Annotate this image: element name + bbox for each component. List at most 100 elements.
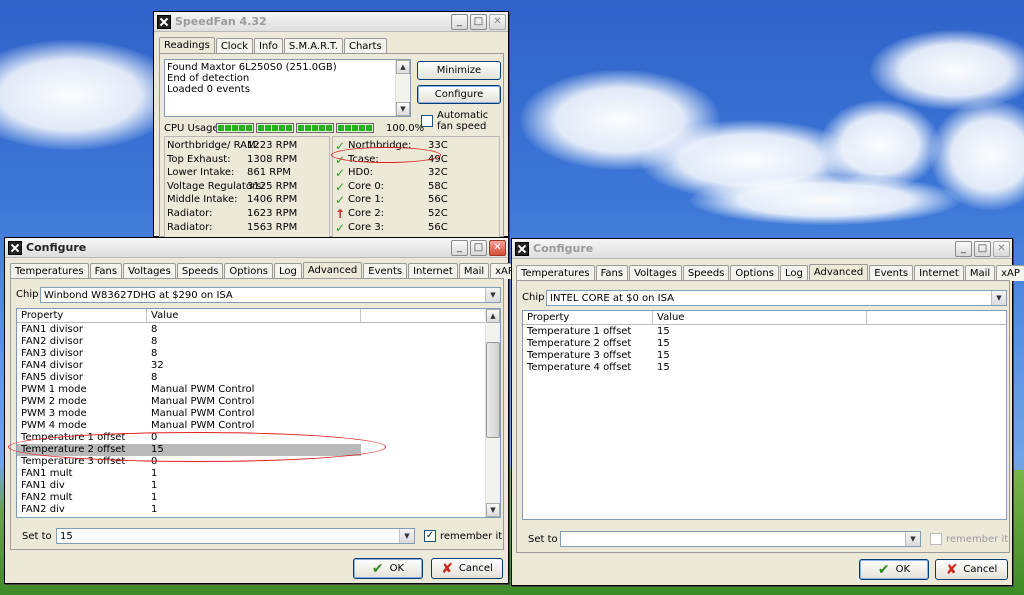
set-to-select[interactable]: 15 ▼: [56, 528, 415, 544]
tab-events[interactable]: Events: [363, 263, 408, 279]
column-header-value[interactable]: Value: [653, 311, 867, 325]
chip-select[interactable]: Winbond W83627DHG at $290 on ISA ▼: [40, 287, 501, 303]
maximize-window-button[interactable]: □: [470, 239, 487, 256]
tab-voltages[interactable]: Voltages: [629, 265, 682, 281]
log-box[interactable]: Found Maxtor 6L250S0 (251.0GB) End of de…: [164, 59, 411, 117]
log-scrollbar[interactable]: ▲ ▼: [395, 60, 410, 116]
temp-reading-row: ✓ HD0: 32C: [333, 167, 499, 179]
minimize-button[interactable]: Minimize: [417, 61, 501, 80]
checkmark-icon: ✔: [877, 561, 890, 578]
remember-it-checkbox[interactable]: ✓: [424, 530, 436, 542]
property-row[interactable]: Temperature 1 offset 15: [523, 326, 1006, 338]
property-list-scrollbar[interactable]: ▲ ▼: [485, 309, 500, 517]
chip-select[interactable]: INTEL CORE at $0 on ISA ▼: [546, 290, 1007, 306]
property-row[interactable]: Temperature 2 offset 15: [523, 338, 1006, 350]
fan-reading-row: Lower Intake: 861 RPM: [165, 167, 329, 179]
chevron-down-icon[interactable]: ▼: [991, 291, 1006, 305]
chevron-down-icon[interactable]: ▼: [485, 288, 500, 302]
maximize-window-button[interactable]: □: [974, 240, 991, 257]
tab-mail[interactable]: Mail: [458, 263, 490, 279]
property-row[interactable]: PWM 2 mode Manual PWM Control: [17, 396, 486, 408]
fan-reading-row: Top Exhaust: 1308 RPM: [165, 154, 329, 166]
close-window-button[interactable]: ✕: [993, 240, 1010, 257]
property-row[interactable]: Temperature 4 offset 15: [523, 362, 1006, 374]
minimize-window-button[interactable]: _: [451, 239, 468, 256]
tab-internet[interactable]: Internet: [914, 265, 964, 281]
minimize-window-button[interactable]: _: [451, 13, 468, 30]
property-row[interactable]: FAN1 divisor 8: [17, 324, 486, 336]
property-row[interactable]: Temperature 3 offset 15: [523, 350, 1006, 362]
tab-speeds[interactable]: Speeds: [682, 265, 730, 281]
tab-fans[interactable]: Fans: [595, 265, 629, 281]
column-header-value[interactable]: Value: [147, 309, 361, 323]
property-row[interactable]: FAN1 div 1: [17, 480, 486, 492]
tab-fans[interactable]: Fans: [89, 263, 123, 279]
configure-window-right: Configure _ □ ✕ Temperatures Fans Voltages…: [511, 238, 1024, 586]
tab-internet[interactable]: Internet: [408, 263, 458, 279]
tab-log[interactable]: Log: [273, 263, 302, 279]
scroll-down-icon[interactable]: ▼: [396, 102, 410, 116]
ok-button[interactable]: ✔ OK: [353, 558, 423, 579]
property-row[interactable]: FAN1 mult 1: [17, 468, 486, 480]
tab-temperatures[interactable]: Temperatures: [516, 265, 595, 281]
property-name: PWM 2 mode: [21, 396, 87, 407]
speedfan-titlebar[interactable]: SpeedFan 4.32 _ □ ✕: [154, 12, 508, 32]
property-row[interactable]: PWM 4 mode Manual PWM Control: [17, 420, 486, 432]
cpu-usage-label: CPU Usage: [164, 123, 219, 134]
tab-xap[interactable]: xAP: [996, 265, 1024, 281]
ok-button[interactable]: ✔ OK: [859, 559, 929, 580]
tab-clock[interactable]: Clock: [215, 38, 253, 54]
tab-options[interactable]: Options: [730, 265, 779, 281]
scroll-down-icon[interactable]: ▼: [486, 503, 500, 517]
property-row[interactable]: FAN2 divisor 8: [17, 336, 486, 348]
temp-value: 32C: [428, 167, 448, 179]
property-row[interactable]: PWM 3 mode Manual PWM Control: [17, 408, 486, 420]
property-row[interactable]: PWM 1 mode Manual PWM Control: [17, 384, 486, 396]
remember-it-label: remember it: [946, 534, 1009, 545]
tab-smart[interactable]: S.M.A.R.T.: [283, 38, 343, 54]
maximize-window-button[interactable]: □: [470, 13, 487, 30]
tab-mail[interactable]: Mail: [964, 265, 996, 281]
close-window-button[interactable]: ✕: [489, 239, 506, 256]
minimize-window-button[interactable]: _: [955, 240, 972, 257]
configure-button[interactable]: Configure: [417, 85, 501, 104]
remember-it-label: remember it: [440, 531, 503, 542]
property-row[interactable]: FAN4 divisor 32: [17, 360, 486, 372]
tab-log[interactable]: Log: [779, 265, 808, 281]
scroll-thumb[interactable]: [486, 342, 500, 438]
cancel-button[interactable]: ✘ Cancel: [431, 558, 503, 579]
cpu-meter: [296, 123, 334, 133]
property-list-left[interactable]: Property Value FAN1 divisor 8 FAN2 divisor…: [16, 308, 501, 518]
set-to-select[interactable]: ▼: [560, 531, 921, 547]
chevron-down-icon[interactable]: ▼: [905, 532, 920, 546]
readings-panel: Found Maxtor 6L250S0 (251.0GB) End of de…: [159, 53, 504, 238]
chevron-down-icon[interactable]: ▼: [399, 529, 414, 543]
property-row[interactable]: FAN5 divisor 8: [17, 372, 486, 384]
scroll-up-icon[interactable]: ▲: [486, 309, 500, 323]
property-row[interactable]: FAN2 mult 1: [17, 492, 486, 504]
close-window-button[interactable]: ✕: [489, 13, 506, 30]
property-list-right[interactable]: Property Value Temperature 1 offset 15 Tem…: [522, 310, 1007, 520]
cancel-button[interactable]: ✘ Cancel: [935, 559, 1008, 580]
tab-temperatures[interactable]: Temperatures: [10, 263, 89, 279]
tab-voltages[interactable]: Voltages: [123, 263, 176, 279]
property-value: 1: [151, 468, 158, 479]
fan-reading-row: Middle Intake: 1406 RPM: [165, 194, 329, 206]
tab-events[interactable]: Events: [869, 265, 914, 281]
configure-right-titlebar[interactable]: Configure _ □ ✕: [512, 239, 1012, 259]
column-header-property[interactable]: Property: [523, 311, 653, 325]
property-row[interactable]: FAN2 div 1: [17, 504, 486, 516]
tab-info[interactable]: Info: [253, 38, 283, 54]
scroll-up-icon[interactable]: ▲: [396, 60, 410, 74]
arrow-up-icon: ↑: [335, 207, 346, 221]
configure-window-left: Configure _ □ ✕ Temperatures Fans Voltages…: [4, 237, 519, 584]
remember-it-checkbox[interactable]: [930, 533, 942, 545]
tab-speeds[interactable]: Speeds: [176, 263, 224, 279]
column-header-property[interactable]: Property: [17, 309, 147, 323]
configure-left-titlebar[interactable]: Configure _ □ ✕: [5, 238, 508, 258]
tab-options[interactable]: Options: [224, 263, 273, 279]
log-line: Found Maxtor 6L250S0 (251.0GB): [167, 62, 337, 73]
property-row[interactable]: FAN3 divisor 8: [17, 348, 486, 360]
tab-charts[interactable]: Charts: [343, 38, 387, 54]
temp-reading-row: ✓ Core 3: 56C: [333, 222, 499, 234]
